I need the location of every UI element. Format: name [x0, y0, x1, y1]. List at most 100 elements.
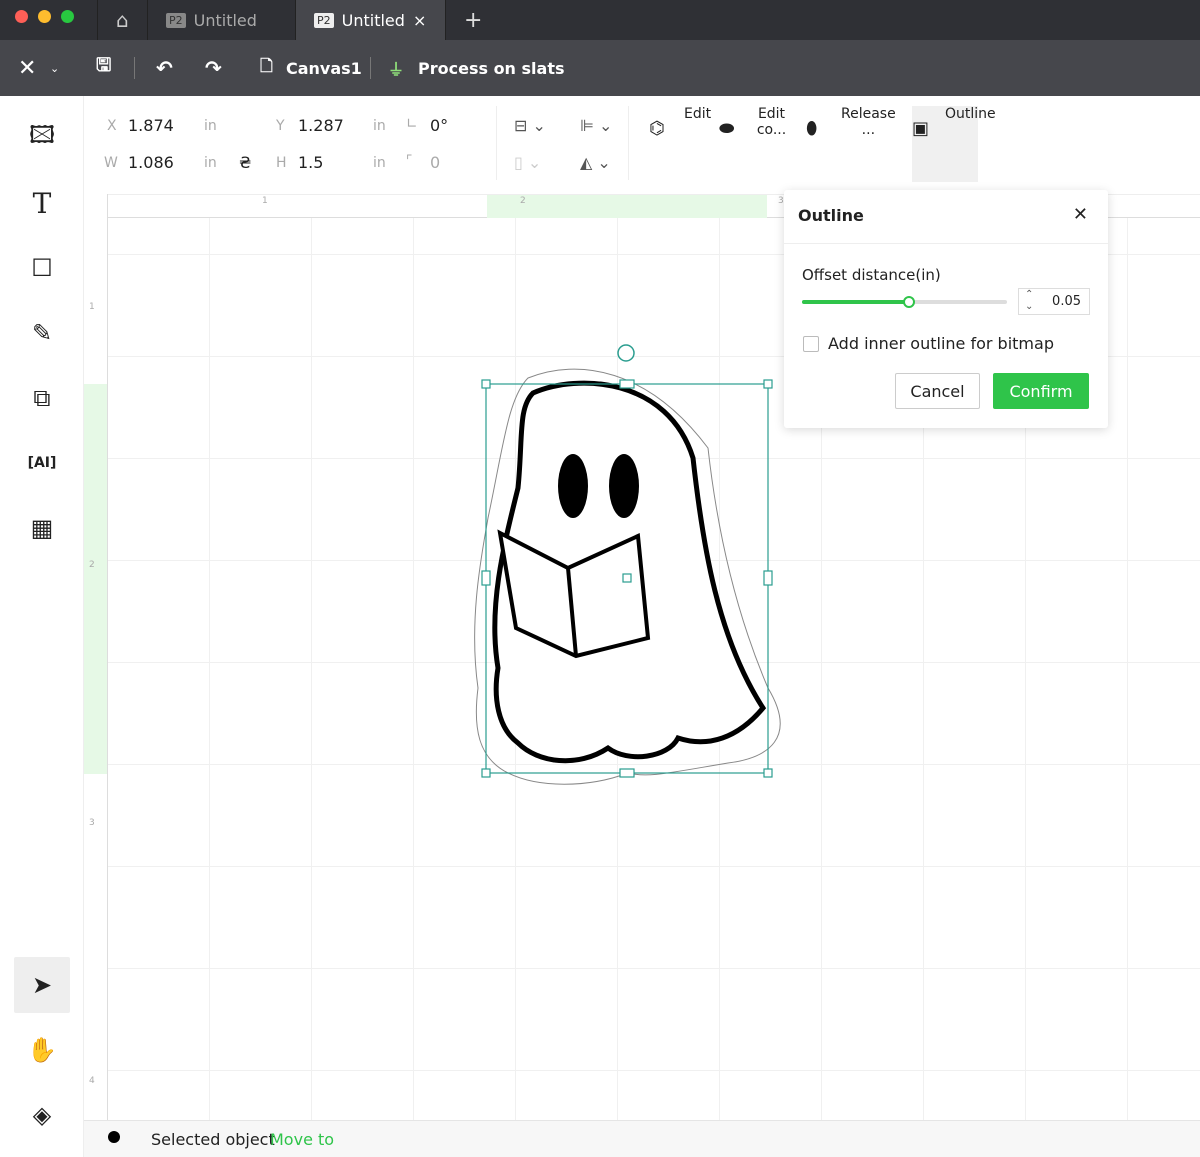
angle-icon: ∟ [406, 116, 418, 132]
properties-bar: X 1.874 in Y 1.287 in ∟ 0° W 1.086 in ₴ … [84, 96, 1200, 194]
angle-input[interactable]: 0° [430, 116, 448, 135]
shapes-icon[interactable]: ⧉ [14, 370, 70, 426]
x-label: X [107, 118, 117, 134]
y-label: Y [276, 118, 285, 134]
shape-tool-icon[interactable]: ☐ [14, 240, 70, 296]
lock-ratio-icon[interactable]: ₴ [239, 153, 251, 172]
stepper-icon[interactable]: ⌃ ⌄ [1025, 289, 1033, 313]
distribute-icon[interactable]: ▯ ⌄ [514, 153, 541, 172]
edit-button[interactable]: ⌬ Edit [649, 106, 719, 178]
tab-badge: P2 [166, 12, 186, 28]
slider-handle[interactable] [902, 296, 915, 308]
laser-icon: ⏚ [388, 60, 405, 79]
confirm-button[interactable]: Confirm [993, 373, 1089, 409]
corner-radius-input[interactable]: 0 [430, 153, 440, 172]
status-dot-icon [108, 1131, 120, 1143]
tab-label: Untitled [193, 10, 257, 30]
ruler-label: 3 [89, 818, 95, 828]
plus-icon: + [464, 7, 483, 33]
move-to-link[interactable]: Move to [270, 1130, 334, 1149]
pen-tool-icon[interactable]: ✎ [14, 305, 70, 361]
flip-icon[interactable]: ◭ ⌄ [580, 153, 611, 172]
hand-tool-icon[interactable]: ✋ [14, 1022, 70, 1078]
redo-icon[interactable]: ↷ [205, 56, 222, 80]
w-label: W [104, 155, 118, 171]
ruler-label: 3 [778, 196, 784, 206]
outline-icon: ▣ [912, 118, 930, 139]
add-image-icon[interactable]: 🖾 [14, 110, 70, 166]
release-icon: ⬮ [806, 118, 818, 139]
logo-menu-icon[interactable]: ✕ [18, 56, 36, 81]
h-label: H [276, 155, 287, 171]
canvas-name[interactable]: Canvas1 [286, 59, 362, 78]
ghost-eye [609, 454, 639, 518]
arrange-icon[interactable]: ⊟ ⌄ [514, 116, 546, 135]
text-tool-icon[interactable]: T [14, 175, 70, 231]
w-input[interactable]: 1.086 [128, 153, 174, 172]
ghost-eye [558, 454, 588, 518]
y-input[interactable]: 1.287 [298, 116, 344, 135]
close-icon[interactable]: ✕ [1073, 204, 1088, 225]
divider [496, 106, 497, 180]
minimize-window-button[interactable] [38, 10, 51, 23]
home-tab[interactable]: ⌂ [97, 0, 147, 40]
offset-slider[interactable] [802, 296, 1007, 308]
process-on-slats-button[interactable]: Process on slats [418, 59, 565, 78]
undo-icon[interactable]: ↶ [156, 56, 173, 80]
edit-contour-button[interactable]: ⬬ Edit co... [719, 106, 789, 178]
ruler-label: 2 [89, 560, 95, 570]
tab-label: Untitled [341, 10, 405, 30]
new-tab-button[interactable]: + [445, 0, 493, 40]
ruler-label: 2 [520, 196, 526, 206]
unit-label: in [204, 118, 217, 134]
tool-label: Edit [684, 106, 712, 122]
h-input[interactable]: 1.5 [298, 153, 323, 172]
offset-input[interactable]: ⌃ ⌄ 0.05 [1018, 288, 1090, 315]
outline-button[interactable]: ▣ Outline [912, 106, 996, 182]
ruler-label: 1 [262, 196, 268, 206]
elements-icon[interactable]: ▦ [14, 500, 70, 556]
save-icon[interactable]: 🖫 [96, 53, 111, 83]
chevron-down-icon[interactable]: ⌄ [50, 62, 59, 75]
cancel-button[interactable]: Cancel [895, 373, 980, 409]
tool-label: Release ... [841, 106, 896, 138]
home-icon: ⌂ [116, 8, 129, 32]
tool-label: Edit co... [756, 106, 787, 138]
ai-icon[interactable]: [AI] [14, 435, 70, 491]
panel-title: Outline [798, 206, 864, 225]
tab-untitled-1[interactable]: P2 Untitled [147, 0, 295, 40]
unit-label: in [373, 118, 386, 134]
divider [134, 57, 135, 79]
edit-contour-icon: ⬬ [719, 118, 735, 139]
offset-value: 0.05 [1052, 294, 1081, 309]
offset-distance-label: Offset distance(in) [802, 266, 941, 284]
document-icon: 🗋 [260, 55, 273, 75]
status-text: Selected object [151, 1130, 275, 1149]
status-bar: Selected object Move to [84, 1120, 1200, 1157]
title-bar: ⌂ P2 Untitled P2 Untitled × + [0, 0, 1200, 40]
close-window-button[interactable] [15, 10, 28, 23]
ruler-label: 1 [89, 302, 95, 312]
layers-icon[interactable]: ◈ [14, 1087, 70, 1143]
align-icon[interactable]: ⊫ ⌄ [580, 116, 612, 135]
x-input[interactable]: 1.874 [128, 116, 174, 135]
tab-untitled-2[interactable]: P2 Untitled × [295, 0, 445, 40]
tool-label: Outline [945, 106, 996, 122]
left-sidebar: 🖾 T ☐ ✎ ⧉ [AI] ▦ ➤ ✋ ◈ [0, 96, 84, 1157]
rotate-handle-icon[interactable] [617, 344, 635, 362]
unit-label: in [204, 155, 217, 171]
vertical-ruler: 1 2 3 4 [84, 194, 108, 1120]
inner-outline-checkbox[interactable] [803, 336, 819, 352]
outline-panel: Outline ✕ Offset distance(in) ⌃ ⌄ 0.05 Ad… [784, 190, 1108, 428]
select-tool-icon[interactable]: ➤ [14, 957, 70, 1013]
divider [370, 57, 371, 79]
tab-badge: P2 [314, 12, 334, 28]
close-tab-icon[interactable]: × [413, 11, 426, 30]
ruler-label: 4 [89, 1076, 95, 1086]
corner-radius-icon: ⌜ [406, 153, 413, 169]
divider [628, 106, 629, 180]
inner-outline-label: Add inner outline for bitmap [828, 334, 1054, 353]
node-edit-icon: ⌬ [649, 118, 665, 139]
maximize-window-button[interactable] [61, 10, 74, 23]
release-button[interactable]: ⬮ Release ... [806, 106, 896, 178]
